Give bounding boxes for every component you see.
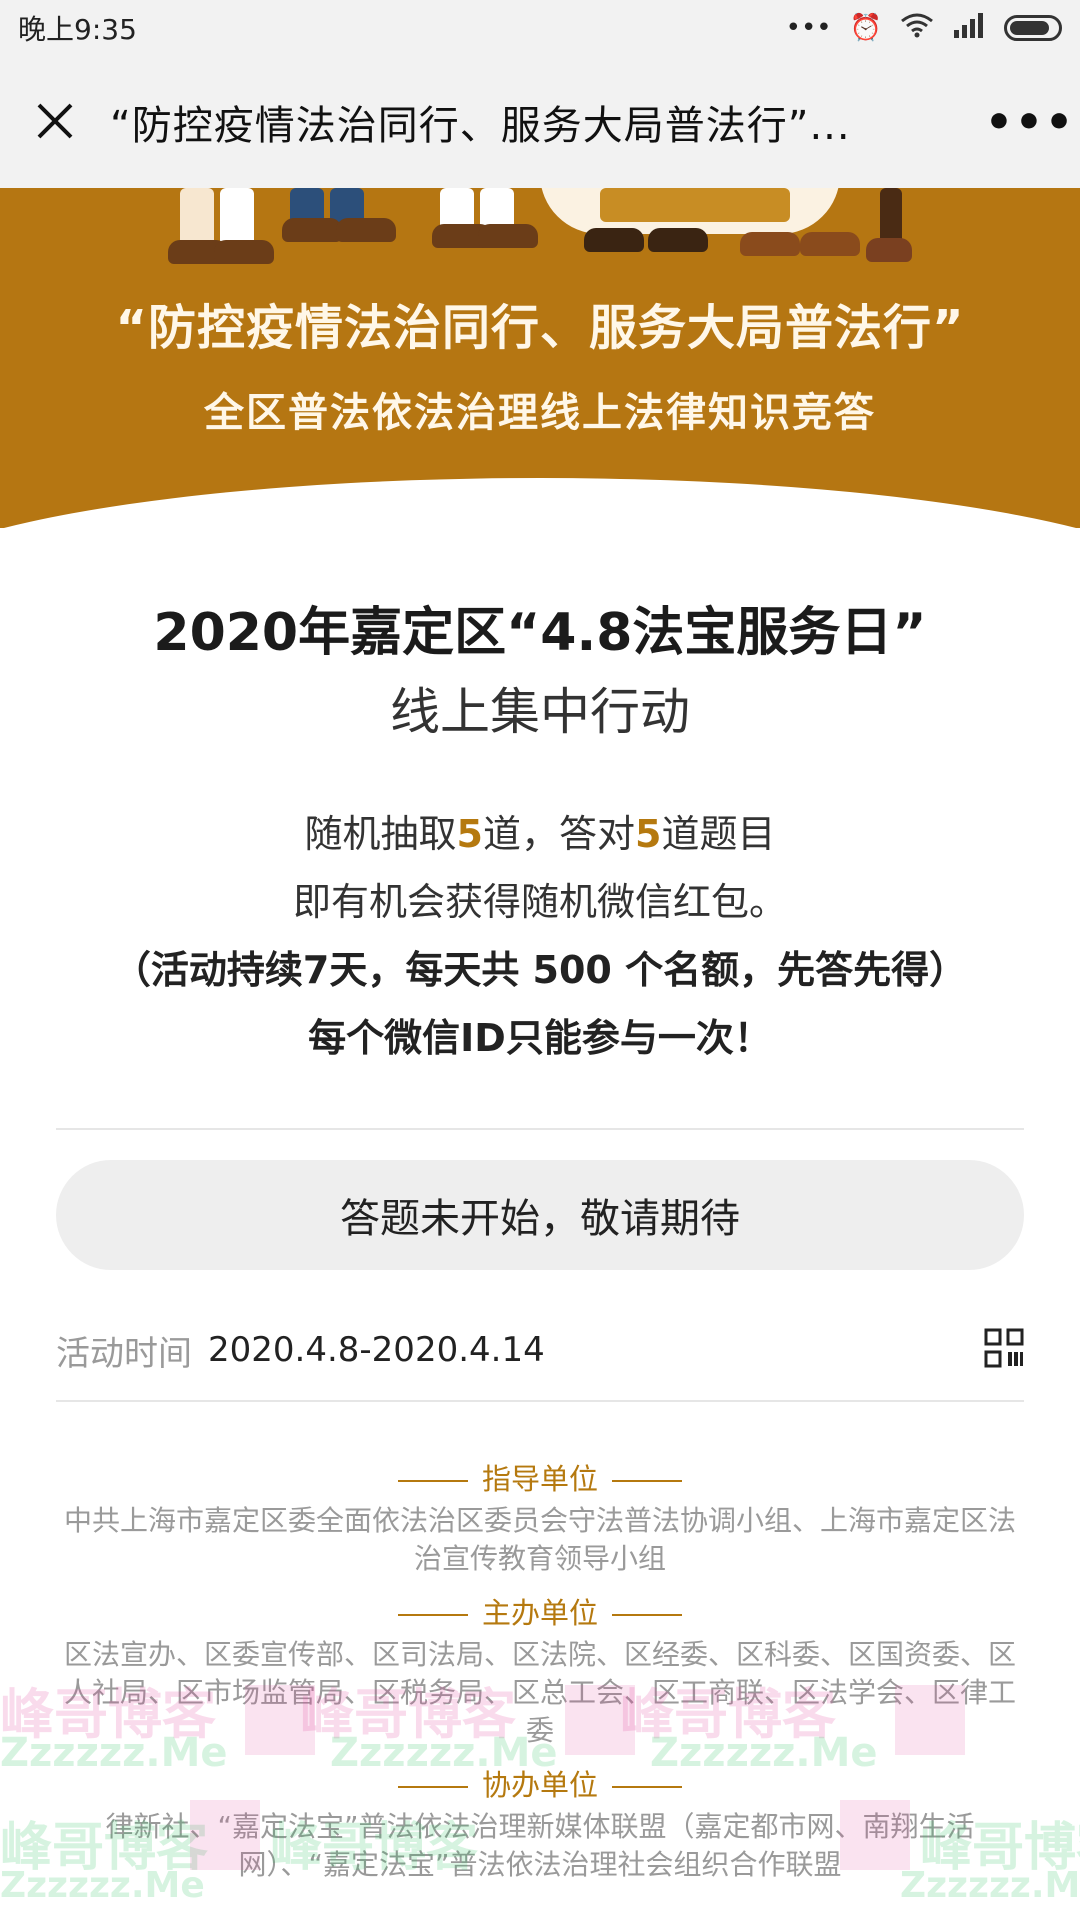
rule-text: 随机抽取 [304,812,457,856]
alarm-icon: ⏰ [849,13,882,43]
start-quiz-button[interactable]: 答题未开始，敬请期待 [56,1160,1024,1270]
activity-time-label: 活动时间 [56,1333,192,1374]
organizers: 指导单位 中共上海市嘉定区委全面依法治区委员会守法普法协调小组、上海市嘉定区法治… [56,1456,1024,1896]
hero-banner: “防控疫情法治同行、服务大局普法行” 全区普法依法治理线上法律知识竞答 [0,188,1080,528]
event-title: 2020年嘉定区“4.8法宝服务日” [153,603,927,663]
rule-text: 道题目 [661,812,776,856]
activity-time-row: 活动时间 2020.4.8-2020.4.14 [56,1322,1024,1378]
event-subtitle: 线上集中行动 [390,683,690,741]
close-icon[interactable] [0,91,110,154]
wifi-icon [900,12,934,45]
host-heading: 主办单位 [56,1590,1024,1636]
more-dots-icon: ••• [785,13,832,43]
signal-icon [952,12,986,45]
rule-line-1: 随机抽取5道，答对5道题目 [0,800,1080,868]
status-time: 晚上9:35 [18,13,137,46]
rule-line-4: 每个微信ID只能参与一次！ [308,1016,772,1060]
status-bar: 晚上9:35 ••• ⏰ [0,0,1080,56]
qr-code-icon[interactable] [984,1328,1024,1372]
co-heading: 协办单位 [56,1762,1024,1808]
hero-bubble-mark [600,188,790,222]
rule-number: 5 [635,812,662,856]
hero-curve-divider [0,478,1080,528]
co-units: 律新社、“嘉定法宝”普法依法治理新媒体联盟（嘉定都市网、南翔生活网）、“嘉定法宝… [105,1810,975,1881]
hero-title: “防控疫情法治同行、服务大局普法行” [115,300,965,356]
host-units: 区法宣办、区委宣传部、区司法局、区法院、区经委、区科委、区国资委、区人社局、区市… [63,1638,1016,1747]
rule-number: 5 [456,812,483,856]
rule-line-3: （活动持续7天，每天共 500 个名额，先答先得） [112,948,968,992]
guide-units: 中共上海市嘉定区委全面依法治区委员会守法普法协调小组、上海市嘉定区法治宣传教育领… [63,1504,1016,1575]
divider [56,1128,1024,1130]
status-icons: ••• ⏰ [786,12,1062,45]
hero-subtitle: 全区普法依法治理线上法律知识竞答 [204,390,876,436]
battery-icon [1004,15,1062,41]
divider [56,1400,1024,1402]
guide-heading: 指导单位 [56,1456,1024,1502]
more-options-icon[interactable]: ••• [980,97,1080,148]
nav-bar: “防控疫情法治同行、服务大局普法行”... ••• [0,56,1080,188]
page-title: “防控疫情法治同行、服务大局普法行”... [110,103,851,149]
rule-text: 道，答对 [482,812,635,856]
activity-time-value: 2020.4.8-2020.4.14 [208,1330,545,1370]
rules-block: 随机抽取5道，答对5道题目 即有机会获得随机微信红包。 （活动持续7天，每天共 … [0,800,1080,1072]
rule-line-2: 即有机会获得随机微信红包。 [292,880,787,924]
